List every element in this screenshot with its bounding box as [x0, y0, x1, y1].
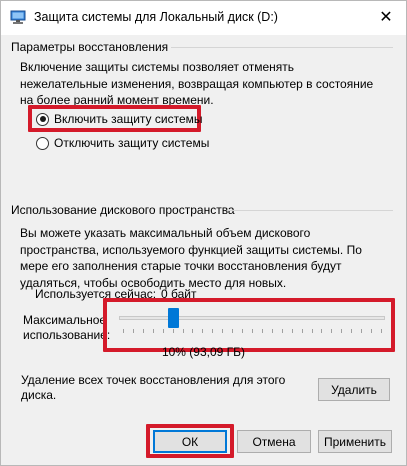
slider-tick	[152, 329, 154, 333]
delete-button[interactable]: Удалить	[318, 378, 390, 401]
slider-tick	[123, 329, 124, 333]
slider-tick	[252, 329, 253, 333]
restore-settings-heading: Параметры восстановления	[11, 40, 169, 54]
slider-tick	[202, 329, 204, 333]
radio-indicator-checked[interactable]	[36, 112, 49, 126]
slider-tick	[212, 329, 214, 333]
slider-tick	[162, 329, 164, 333]
window-title: Защита системы для Локальный диск (D:)	[34, 10, 278, 24]
slider-thumb[interactable]	[167, 308, 179, 328]
enable-protection-radio[interactable]: Включить защиту системы	[36, 111, 203, 127]
close-icon[interactable]: ✕	[372, 5, 400, 29]
slider-tick	[261, 329, 263, 333]
slider-tick	[222, 329, 224, 333]
slider-tick	[132, 329, 134, 333]
restore-settings-description: Включение защиты системы позволяет отмен…	[20, 60, 374, 107]
section-divider	[227, 210, 393, 211]
slider-tick	[242, 329, 244, 333]
section-divider	[171, 47, 393, 48]
disk-usage-description: Вы можете указать максимальный объем дис…	[20, 226, 362, 290]
slider-tick	[351, 329, 353, 333]
max-usage-slider[interactable]	[113, 305, 391, 333]
apply-button[interactable]: Применить	[318, 430, 392, 453]
slider-tick	[281, 329, 283, 333]
title-bar: Защита системы для Локальный диск (D:) ✕	[1, 1, 406, 35]
slider-track[interactable]	[119, 316, 385, 320]
disk-usage-heading: Использование дискового пространства	[11, 203, 235, 217]
disable-protection-label: Отключить защиту системы	[54, 136, 210, 150]
disable-protection-radio[interactable]: Отключить защиту системы	[36, 135, 209, 151]
slider-tick	[271, 329, 273, 333]
slider-tick	[182, 329, 184, 333]
slider-value-text: 10% (93,09 ГБ)	[161, 345, 246, 359]
slider-tick	[321, 329, 323, 333]
delete-points-description: Удаление всех точек восстановления для э…	[21, 373, 286, 402]
radio-indicator[interactable]	[36, 136, 49, 150]
slider-tick	[341, 329, 343, 333]
cancel-button[interactable]: Отмена	[237, 430, 311, 453]
slider-tick	[291, 329, 293, 333]
slider-tick	[172, 329, 174, 333]
slider-tick	[381, 329, 382, 333]
max-usage-label-line1: Максимальное	[23, 313, 107, 327]
slider-tick	[361, 329, 363, 333]
slider-tick	[232, 329, 234, 333]
max-usage-label-line2: использование:	[23, 328, 111, 342]
slider-tick	[301, 329, 303, 333]
enable-protection-label: Включить защиту системы	[54, 112, 203, 126]
slider-tick	[192, 329, 194, 333]
slider-tick	[331, 329, 333, 333]
dialog-body: Параметры восстановления Включение защит…	[1, 35, 406, 465]
system-protection-dialog: Защита системы для Локальный диск (D:) ✕…	[0, 0, 407, 466]
slider-tick	[311, 329, 313, 333]
ok-button[interactable]: ОК	[153, 430, 227, 453]
slider-tick	[142, 329, 144, 333]
system-protection-icon	[10, 10, 26, 25]
slider-tick	[371, 329, 373, 333]
